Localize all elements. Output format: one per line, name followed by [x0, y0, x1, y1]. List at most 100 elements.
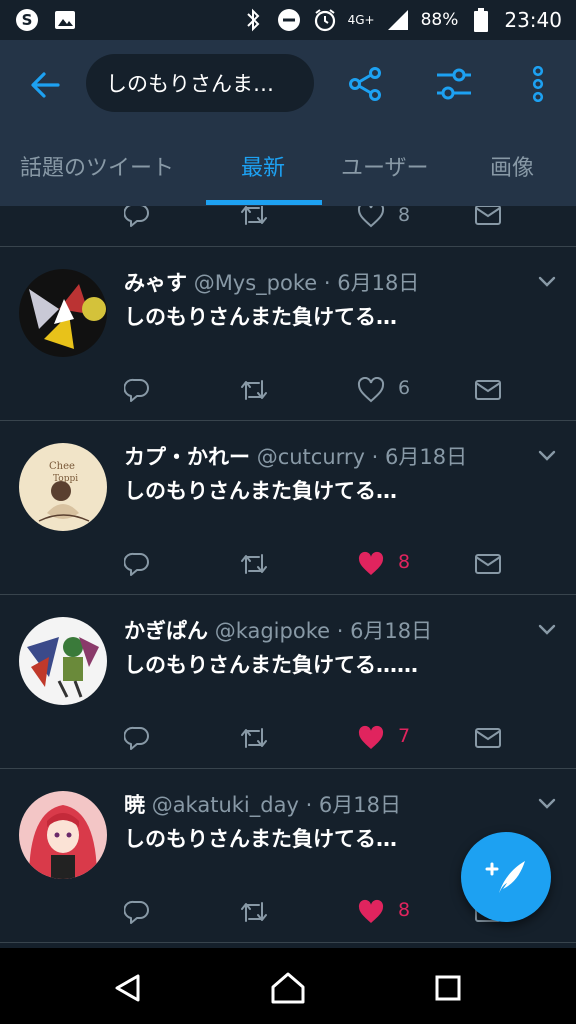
chevron-down-icon [538, 450, 556, 461]
alarm-icon [312, 7, 338, 33]
tweet-text: しのもりさんまた負けてる… [124, 827, 397, 851]
reply-button[interactable] [122, 549, 152, 579]
search-query-field[interactable]: しのもりさんま… [86, 54, 314, 112]
share-icon [349, 67, 381, 101]
tweet-text: しのもりさんまた負けてる… [124, 305, 397, 329]
tweet-header: カプ・かれー @cutcurry · 6月18日 [124, 441, 467, 471]
network-type: 4G+ [347, 13, 375, 27]
system-nav-bar [0, 948, 576, 1024]
reply-icon [124, 726, 149, 750]
tweet-menu-button[interactable] [536, 271, 558, 293]
reply-button[interactable] [122, 897, 152, 927]
tweet-header: かぎぱん @kagipoke · 6月18日 [124, 615, 432, 645]
back-button[interactable] [28, 68, 62, 102]
more-options-button[interactable] [518, 64, 558, 104]
search-tabs: 話題のツイート 最新 ユーザー 画像 [0, 128, 576, 206]
tab-top[interactable]: 話題のツイート [20, 150, 174, 182]
like-count: 8 [398, 899, 411, 921]
tweet-menu-button[interactable] [536, 793, 558, 815]
image-icon [52, 7, 78, 33]
mail-icon [475, 206, 501, 225]
tweet-header: 暁 @akatuki_day · 6月18日 [124, 789, 401, 819]
tweet-menu-button[interactable] [536, 619, 558, 641]
bluetooth-icon [240, 7, 266, 33]
divider [0, 942, 576, 943]
nav-home-button[interactable] [268, 968, 308, 1008]
user-name[interactable]: みゃす [124, 271, 187, 295]
tab-users[interactable]: ユーザー [341, 150, 429, 182]
avatar[interactable] [19, 269, 107, 357]
tweet[interactable]: みゃす @Mys_poke · 6月18日 しのもりさんまた負けてる… 6 [0, 247, 576, 421]
reply-button[interactable] [122, 723, 152, 753]
avatar[interactable] [19, 791, 107, 879]
retweet-button[interactable] [239, 206, 269, 230]
tweet[interactable]: Chee Toppi カプ・かれー @cutcurry · 6月18日 しのもりさ… [0, 421, 576, 595]
avatar[interactable] [19, 617, 107, 705]
direct-message-button[interactable] [473, 549, 503, 579]
arrow-left-icon [31, 72, 60, 98]
retweet-button[interactable] [239, 375, 269, 405]
heart-outline-icon [357, 377, 385, 403]
mail-icon [475, 380, 501, 400]
tweet-menu-button[interactable] [536, 445, 558, 467]
user-handle: @akatuki_day [151, 793, 299, 817]
user-name[interactable]: 暁 [124, 793, 145, 817]
heart-filled-icon [358, 899, 384, 923]
direct-message-button[interactable] [473, 206, 503, 230]
retweet-icon [241, 902, 267, 922]
filter-sliders-icon [437, 68, 471, 100]
retweet-icon [241, 554, 267, 574]
tab-images[interactable]: 画像 [490, 150, 534, 182]
heart-outline-icon [357, 206, 385, 228]
retweet-button[interactable] [239, 549, 269, 579]
search-filter-button[interactable] [434, 64, 474, 104]
reply-icon [124, 378, 149, 402]
svg-text:Chee: Chee [49, 461, 75, 472]
retweet-button[interactable] [239, 897, 269, 927]
like-button[interactable] [356, 897, 386, 927]
user-name[interactable]: かぎぱん [124, 619, 208, 643]
reply-button[interactable] [122, 375, 152, 405]
chevron-down-icon [538, 798, 556, 809]
tweet-date: · 6月18日 [305, 793, 402, 817]
retweet-icon [241, 206, 267, 225]
mail-icon [475, 728, 501, 748]
skype-icon: S [14, 7, 40, 33]
share-button[interactable] [345, 64, 385, 104]
nav-back-button[interactable] [108, 968, 148, 1008]
reply-button[interactable] [122, 206, 152, 230]
search-header: しのもりさんま… [0, 40, 576, 128]
signal-icon [385, 7, 411, 33]
user-handle: @Mys_poke [193, 271, 318, 295]
svg-text:S: S [22, 11, 33, 29]
compose-tweet-button[interactable] [461, 832, 551, 922]
mail-icon [475, 554, 501, 574]
like-button[interactable] [356, 549, 386, 579]
heart-filled-icon [358, 725, 384, 749]
chevron-down-icon [538, 624, 556, 635]
tweet-header: みゃす @Mys_poke · 6月18日 [124, 267, 419, 297]
like-button[interactable] [356, 375, 386, 405]
nav-recents-button[interactable] [428, 968, 468, 1008]
like-button[interactable] [356, 723, 386, 753]
home-icon [271, 972, 305, 1004]
tweet-date: · 6月18日 [371, 445, 468, 469]
like-count: 6 [398, 377, 411, 399]
user-name[interactable]: カプ・かれー [124, 445, 250, 469]
like-count: 8 [398, 206, 411, 226]
do-not-disturb-icon [276, 7, 302, 33]
tab-latest[interactable]: 最新 [241, 150, 285, 182]
status-bar: S 4G+ 88% 23:40 [0, 0, 576, 40]
tweet-date: · 6月18日 [336, 619, 433, 643]
direct-message-button[interactable] [473, 723, 503, 753]
direct-message-button[interactable] [473, 375, 503, 405]
search-query-text: しのもりさんま… [106, 72, 274, 96]
battery-icon [468, 7, 494, 33]
like-button[interactable] [356, 206, 386, 230]
active-tab-indicator [206, 200, 322, 205]
tweet[interactable]: かぎぱん @kagipoke · 6月18日 しのもりさんまた負けてる…… 7 [0, 595, 576, 769]
avatar[interactable]: Chee Toppi [19, 443, 107, 531]
reply-icon [124, 900, 149, 924]
retweet-button[interactable] [239, 723, 269, 753]
clock: 23:40 [504, 8, 562, 32]
